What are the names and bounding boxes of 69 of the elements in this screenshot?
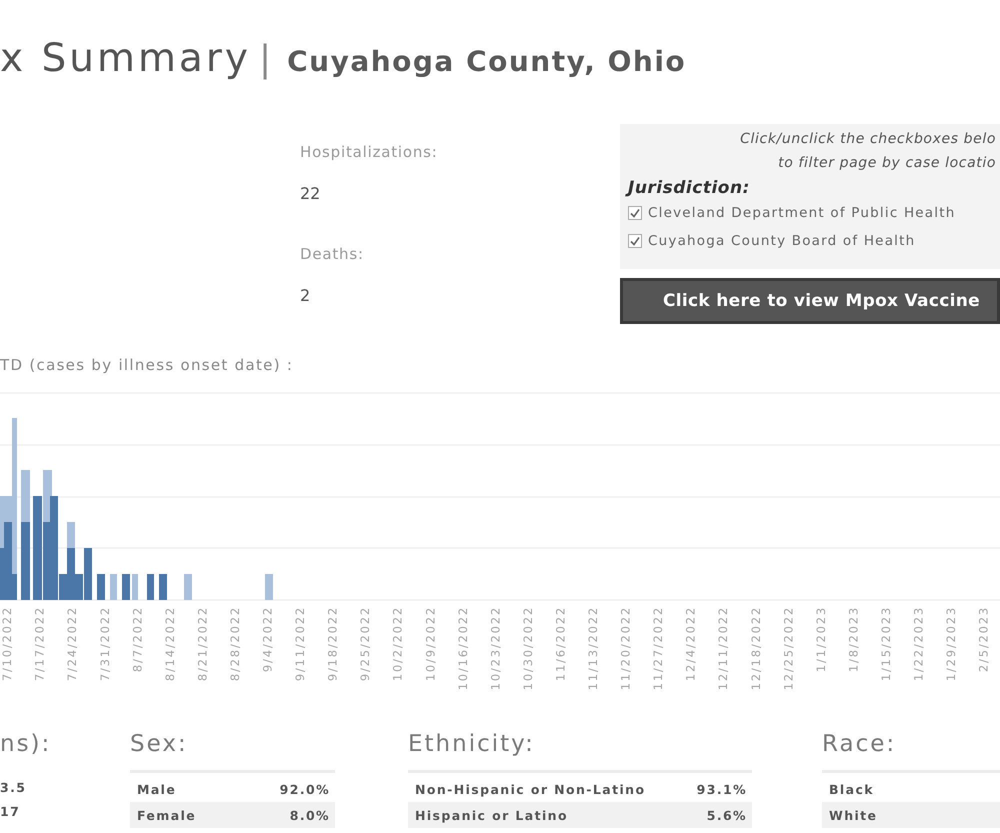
table-cell: 92.0% [280,782,330,796]
x-axis-label: 10/23/2022 [488,606,502,690]
section-heading: Sex: [130,730,188,758]
x-axis-label: 8/21/2022 [195,606,210,682]
x-axis-label: 1/15/2023 [879,606,893,682]
x-axis-label: 12/25/2022 [781,606,796,690]
stat-value: 17 [0,803,20,821]
x-axis-label: 1/22/2023 [912,606,926,682]
x-axis-label: 8/28/2022 [228,606,242,682]
x-axis-label: 7/31/2022 [98,606,112,682]
x-axis-label: 7/10/2022 [0,606,14,682]
x-axis-label: 1/8/2023 [846,606,860,672]
x-axis-label: 1/1/2023 [814,606,828,672]
chart-bar [110,574,117,600]
section-heading: ns): [0,730,52,758]
checkbox[interactable] [628,234,642,248]
stat-label: Deaths: [300,244,364,264]
table-cell: Non-Hispanic or Non-Latino [415,782,646,796]
x-axis-label: 10/2/2022 [390,606,405,682]
table-cell: Female [137,808,196,822]
table-cell: Hispanic or Latino [415,808,568,822]
table-cell: 93.1% [696,782,747,796]
checkbox[interactable] [628,206,642,220]
stat-label: Hospitalizations: [300,142,438,162]
chart-bar [147,574,154,600]
section-heading: Race: [822,730,896,758]
x-axis-label: 7/24/2022 [65,606,80,682]
x-axis-label: 12/18/2022 [748,606,763,690]
x-axis-label: 11/13/2022 [586,606,600,690]
x-axis-label: 2/5/2023 [976,606,991,672]
table-cell: White [829,808,878,822]
chart-bar [97,574,105,600]
chart-bar [265,574,273,600]
chart-bar [184,574,192,600]
stat-value: 22 [300,184,320,204]
stat-value: 2 [300,286,310,306]
chart-bar [122,574,130,600]
vaccine-link-button[interactable]: Click here to view Mpox Vaccine [620,278,1000,324]
x-axis-label: 12/4/2022 [684,606,698,682]
chart-bar [132,574,138,600]
section-heading: Ethnicity: [408,730,535,758]
table-cell: Male [137,782,176,796]
x-axis-label: 8/14/2022 [162,606,177,682]
x-axis-label: 1/29/2023 [944,606,958,682]
x-axis-label: 10/16/2022 [456,606,470,690]
checkbox-label[interactable]: Cuyahoga County Board of Health [648,233,916,249]
chart-bar [159,574,167,600]
x-axis-label: 10/30/2022 [520,606,535,690]
table-cell: Black [829,782,874,796]
x-axis-label: 11/27/2022 [651,606,666,690]
page-title: x Summary [0,36,251,82]
table-cell: 8.0% [290,808,330,822]
table-cell: 5.6% [706,808,747,822]
title-separator: | [258,38,272,82]
x-axis-label: 7/17/2022 [32,606,47,682]
x-axis-label: 11/20/2022 [618,606,633,690]
chart-title: TD (cases by illness onset date) : [0,357,294,373]
x-axis-label: 12/11/2022 [716,606,730,690]
x-axis-label: 9/4/2022 [260,606,275,672]
x-axis-label: 11/6/2022 [554,606,568,682]
x-axis-label: 10/9/2022 [423,606,438,682]
x-axis-label: 9/11/2022 [293,606,308,682]
x-axis-label: 9/18/2022 [326,606,340,682]
page-subtitle: Cuyahoga County, Ohio [287,44,686,80]
x-axis-label: 8/7/2022 [130,606,144,672]
stat-value: 3.5 [0,779,26,797]
checkbox-label[interactable]: Cleveland Department of Public Health [648,205,956,221]
instruction-text: Click/unclick the checkboxes belo to filter page by case locatio [739,130,997,173]
x-axis-label: 9/25/2022 [358,606,372,682]
